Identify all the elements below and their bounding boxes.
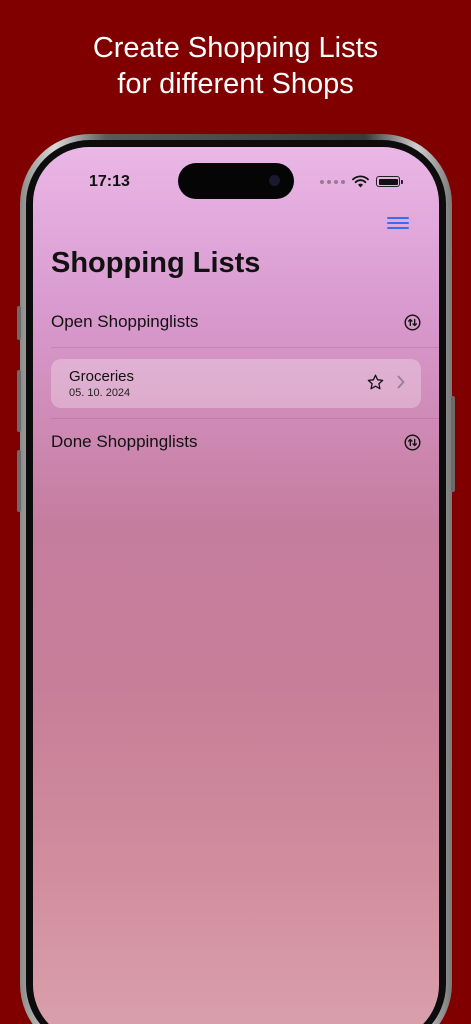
battery-tip <box>401 179 403 184</box>
promo-headline: Create Shopping Lists for different Shop… <box>0 30 471 102</box>
wifi-icon <box>352 175 369 188</box>
page-title: Shopping Lists <box>51 247 261 279</box>
phone-power-button <box>451 396 455 492</box>
section-open-label: Open Shoppinglists <box>51 312 199 331</box>
phone-frame: 17:13 Shopping Lists Open Shoppinglists … <box>17 134 455 1024</box>
dynamic-island <box>178 163 294 199</box>
sort-arrows-icon[interactable] <box>404 313 421 331</box>
camera-icon <box>269 175 280 186</box>
chevron-right-icon <box>397 375 405 394</box>
section-done-label: Done Shoppinglists <box>51 432 198 451</box>
section-divider <box>51 418 439 419</box>
sort-arrows-icon[interactable] <box>404 433 421 451</box>
phone-volume-down <box>17 450 21 512</box>
list-item-date: 05. 10. 2024 <box>69 387 131 399</box>
star-outline-icon[interactable] <box>366 373 385 397</box>
phone-volume-up <box>17 370 21 432</box>
cellular-signal-icon <box>320 179 345 184</box>
status-indicators <box>320 175 403 188</box>
headline-line-1: Create Shopping Lists <box>92 32 379 64</box>
phone-mute-switch <box>17 306 21 340</box>
phone-bezel: 17:13 Shopping Lists Open Shoppinglists … <box>26 140 446 1024</box>
section-divider <box>51 347 439 348</box>
hamburger-menu-icon[interactable] <box>387 217 409 233</box>
section-open-header[interactable]: Open Shoppinglists <box>51 309 421 335</box>
list-item-name: Groceries <box>69 368 135 385</box>
status-time: 17:13 <box>89 173 130 190</box>
promo-stage: Create Shopping Lists for different Shop… <box>0 0 471 1024</box>
section-done-header[interactable]: Done Shoppinglists <box>51 429 421 455</box>
headline-line-2: for different Shops <box>117 68 354 100</box>
phone-screen: 17:13 Shopping Lists Open Shoppinglists … <box>33 147 439 1024</box>
battery-icon <box>376 176 400 187</box>
list-item[interactable]: Groceries 05. 10. 2024 <box>51 359 421 408</box>
